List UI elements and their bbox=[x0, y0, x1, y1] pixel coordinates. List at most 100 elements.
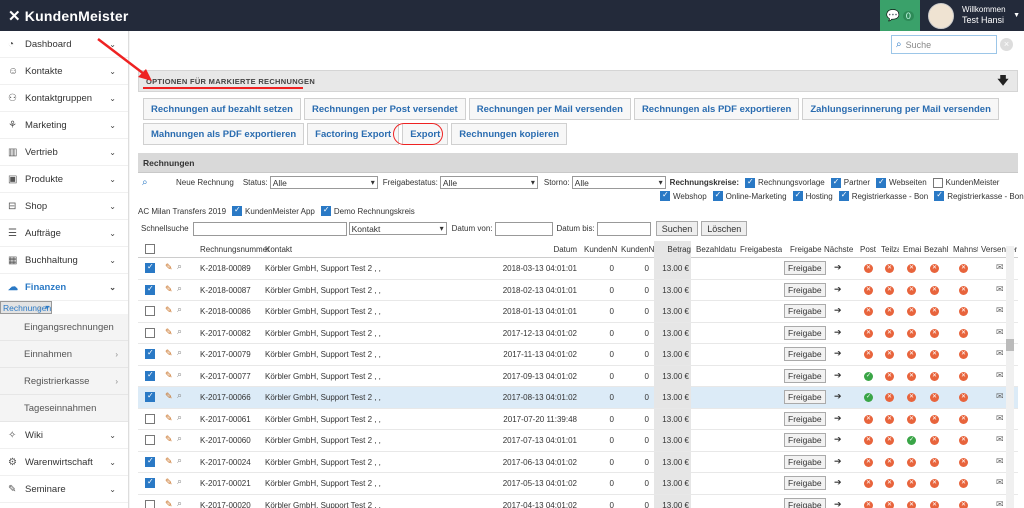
clear-icon[interactable]: × bbox=[1000, 38, 1013, 51]
field-select[interactable]: Kontakt bbox=[348, 222, 447, 235]
row-checkbox[interactable] bbox=[145, 370, 155, 381]
row-checkbox[interactable] bbox=[145, 456, 155, 467]
column-header-bezahlt[interactable]: Bezahlt bbox=[924, 245, 948, 254]
sidebar-item-marketing[interactable]: ⚘ Marketing ⌄ bbox=[0, 112, 128, 139]
search-icon[interactable]: ⌕ bbox=[177, 476, 182, 487]
search-icon[interactable]: ⌕ bbox=[177, 498, 182, 508]
edit-icon[interactable]: ✎ bbox=[165, 391, 173, 402]
column-header-mahnst[interactable]: Mahnst bbox=[953, 245, 978, 254]
freigabe-button[interactable]: Freigabe bbox=[784, 261, 826, 275]
checkbox[interactable] bbox=[830, 177, 841, 188]
freigabe-button[interactable]: Freigabe bbox=[784, 347, 826, 361]
checkbox[interactable] bbox=[875, 177, 886, 188]
arrow-right-icon[interactable]: ➔ bbox=[834, 477, 842, 488]
mail-icon[interactable]: ✉ bbox=[996, 391, 1004, 402]
kreis-checkbox-registrierkasse-bon[interactable]: Registrierkasse - Bon bbox=[934, 190, 1024, 201]
freigabe-button[interactable]: Freigabe bbox=[784, 497, 826, 508]
sidebar-item-seminare[interactable]: ✎ Seminare ⌄ bbox=[0, 476, 128, 503]
row-checkbox[interactable] bbox=[145, 478, 155, 488]
column-header-kontakt[interactable]: Kontakt bbox=[265, 245, 465, 254]
sidebar-subitem-tageseinnahmen[interactable]: Tageseinnahmen bbox=[0, 395, 128, 422]
edit-icon[interactable]: ✎ bbox=[165, 370, 173, 381]
arrow-right-icon[interactable]: ➔ bbox=[834, 413, 842, 424]
freigabe-select[interactable]: Alle bbox=[439, 176, 538, 189]
rechnungen-per-mail-versenden-button[interactable]: Rechnungen per Mail versenden bbox=[468, 98, 631, 120]
row-checkbox[interactable] bbox=[145, 349, 155, 359]
row-checkbox[interactable] bbox=[145, 499, 155, 508]
row-checkbox[interactable] bbox=[145, 413, 155, 424]
sidebar-item-aufträge[interactable]: ☰ Aufträge ⌄ bbox=[0, 220, 128, 247]
row-checkbox[interactable] bbox=[145, 327, 155, 338]
checkbox[interactable] bbox=[745, 177, 756, 188]
date-to-input[interactable] bbox=[596, 221, 651, 236]
search-button[interactable]: Suchen bbox=[655, 221, 699, 236]
table-row[interactable]: ✎⌕K-2017-00066Körbler GmbH, Support Test… bbox=[138, 387, 1018, 409]
status-select[interactable]: Alle bbox=[269, 176, 378, 189]
mail-icon[interactable]: ✉ bbox=[996, 456, 1004, 467]
search-icon[interactable]: ⌕ bbox=[177, 304, 182, 315]
scrollbar[interactable] bbox=[1006, 246, 1014, 508]
arrow-right-icon[interactable]: ➔ bbox=[834, 456, 842, 467]
arrow-right-icon[interactable]: ➔ bbox=[834, 305, 842, 316]
sidebar-item-shop[interactable]: ⊟ Shop ⌄ bbox=[0, 193, 128, 220]
checkbox[interactable] bbox=[320, 205, 331, 216]
mail-icon[interactable]: ✉ bbox=[996, 499, 1004, 508]
table-row[interactable]: ✎ ⌕ K-2017-00020 Körbler GmbH, Support Test… bbox=[138, 494, 1018, 508]
clear-button[interactable]: Löschen bbox=[701, 221, 748, 236]
edit-icon[interactable]: ✎ bbox=[165, 348, 173, 359]
row-checkbox[interactable] bbox=[145, 435, 155, 445]
column-header-emai[interactable]: Emai bbox=[903, 245, 921, 254]
zahlungserinnerung-per-mail-versenden-button[interactable]: Zahlungserinnerung per Mail versenden bbox=[802, 98, 999, 120]
user-menu[interactable]: Willkommen Test Hansi ▼ bbox=[924, 0, 1024, 31]
arrow-right-icon[interactable]: ➔ bbox=[834, 391, 842, 402]
edit-icon[interactable]: ✎ bbox=[165, 262, 173, 273]
search-icon[interactable]: ⌕ bbox=[138, 177, 168, 188]
freigabe-button[interactable]: Freigabe bbox=[784, 454, 826, 469]
kreis-checkbox-demo-rechnungskreis[interactable]: Demo Rechnungskreis bbox=[320, 205, 415, 216]
mail-icon[interactable]: ✉ bbox=[996, 370, 1004, 381]
column-header-betrag[interactable]: Betrag bbox=[654, 241, 691, 258]
checkbox[interactable] bbox=[660, 190, 670, 201]
kreis-checkbox-rechnungsvorlage[interactable]: Rechnungsvorlage bbox=[745, 177, 825, 188]
sidebar-item-warenwirtschaft[interactable]: ⚙ Warenwirtschaft ⌄ bbox=[0, 449, 128, 476]
kreis-checkbox-webseiten[interactable]: Webseiten bbox=[875, 177, 927, 188]
kreis-checkbox-online-marketing[interactable]: Online-Marketing bbox=[712, 190, 787, 201]
arrow-right-icon[interactable]: ➔ bbox=[834, 327, 842, 338]
sidebar-item-kontakte[interactable]: ☺ Kontakte ⌄ bbox=[0, 58, 128, 85]
mail-icon[interactable]: ✉ bbox=[996, 434, 1004, 445]
column-header-datum[interactable]: Datum bbox=[492, 245, 577, 254]
chat-button[interactable]: 💬 0 bbox=[880, 0, 920, 31]
rechnungen-kopieren-button[interactable]: Rechnungen kopieren bbox=[451, 123, 568, 145]
row-checkbox[interactable] bbox=[145, 306, 155, 316]
kreis-checkbox-kundenmeister-app[interactable]: KundenMeister App bbox=[232, 205, 315, 216]
freigabe-button[interactable]: Freigabe bbox=[784, 411, 826, 426]
search-icon[interactable]: ⌕ bbox=[177, 412, 182, 423]
edit-icon[interactable]: ✎ bbox=[165, 327, 173, 338]
table-row[interactable]: ✎⌕K-2018-00089Körbler GmbH, Support Test… bbox=[138, 258, 1018, 280]
storno-select[interactable]: Alle bbox=[571, 176, 666, 189]
table-row[interactable]: ✎ ⌕ K-2017-00060 Körbler GmbH, Support Test… bbox=[138, 430, 1018, 452]
table-row[interactable]: ✎⌕K-2018-00087Körbler GmbH, Support Test… bbox=[138, 279, 1018, 301]
mail-icon[interactable]: ✉ bbox=[996, 348, 1004, 359]
column-header-post[interactable]: Post bbox=[860, 245, 878, 254]
search-icon[interactable]: ⌕ bbox=[177, 347, 182, 358]
search-icon[interactable]: ⌕ bbox=[177, 455, 182, 466]
mail-icon[interactable]: ✉ bbox=[996, 413, 1004, 424]
arrow-right-icon[interactable]: ➔ bbox=[834, 284, 842, 295]
table-row[interactable]: ✎⌕K-2017-00079Körbler GmbH, Support Test… bbox=[138, 344, 1018, 366]
sidebar-subitem-einnahmen[interactable]: Einnahmen › bbox=[0, 341, 128, 368]
column-header-kundenn[interactable]: KundenN bbox=[621, 245, 656, 254]
rechnungen-als-pdf-exportieren-button[interactable]: Rechnungen als PDF exportieren bbox=[633, 98, 800, 120]
freigabe-button[interactable]: Freigabe bbox=[784, 325, 826, 340]
date-from-input[interactable] bbox=[494, 221, 553, 236]
column-header-bezahldatu[interactable]: Bezahldatu bbox=[696, 245, 738, 254]
sidebar-subitem-eingangsrechnungen[interactable]: Eingangsrechnungen bbox=[0, 314, 128, 341]
arrow-right-icon[interactable]: ➔ bbox=[834, 434, 842, 445]
kreis-checkbox-webshop[interactable]: Webshop bbox=[660, 190, 707, 201]
sidebar-subitem-registrierkasse[interactable]: Registrierkasse › bbox=[0, 368, 128, 395]
freigabe-button[interactable]: Freigabe bbox=[784, 390, 826, 404]
column-header-kundenn[interactable]: KundenN bbox=[584, 245, 619, 254]
sidebar-item-buchhaltung[interactable]: ▦ Buchhaltung ⌄ bbox=[0, 247, 128, 274]
mail-icon[interactable]: ✉ bbox=[996, 262, 1004, 273]
select-all-checkbox[interactable] bbox=[145, 244, 155, 254]
